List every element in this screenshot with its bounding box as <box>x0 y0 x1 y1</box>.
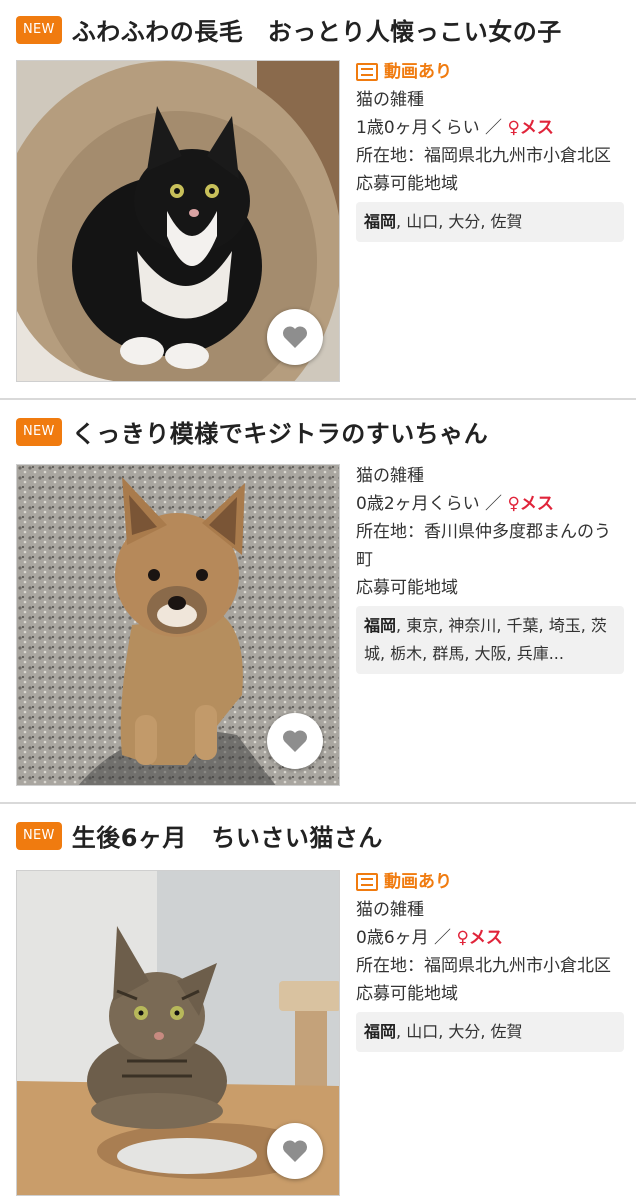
location: 所在地：福岡県北九州市小倉北区 <box>356 956 611 976</box>
age: 0歳2ヶ月くらい ／ <box>356 494 503 514</box>
area-label: 応募可能地域 <box>356 174 458 194</box>
listing-title[interactable]: 生後6ヶ月 ちいさい猫さん <box>72 818 383 853</box>
area-list: 福岡, 山口, 大分, 佐賀 <box>356 1012 624 1052</box>
listing-info: 猫の雑種 0歳2ヶ月くらい ／ ♀メス 所在地：香川県仲多度郡まんのう町 応募可… <box>356 462 624 674</box>
age-sex: 1歳0ヶ月くらい ／ ♀メス <box>356 114 624 142</box>
video-label: 動画あり <box>384 62 452 82</box>
film-icon <box>356 63 378 81</box>
video-available: 動画あり <box>356 868 624 896</box>
area-list: 福岡, 東京, 神奈川, 千葉, 埼玉, 茨城, 栃木, 群馬, 大阪, 兵庫.… <box>356 606 624 674</box>
listing-title-row[interactable]: NEW 生後6ヶ月 ちいさい猫さん <box>16 818 383 853</box>
area-primary: 福岡 <box>364 1022 397 1041</box>
listing-title[interactable]: ふわふわの長毛 おっとり人懐っこい女の子 <box>72 12 562 47</box>
species: 猫の雑種 <box>356 90 424 110</box>
listing-title-row[interactable]: NEW ふわふわの長毛 おっとり人懐っこい女の子 <box>16 12 562 47</box>
heart-icon <box>282 326 308 348</box>
area-list: 福岡, 山口, 大分, 佐賀 <box>356 202 624 242</box>
pet-photo[interactable] <box>16 870 340 1196</box>
area-rest: , 山口, 大分, 佐賀 <box>396 1022 523 1041</box>
species: 猫の雑種 <box>356 466 424 486</box>
heart-icon <box>282 1140 308 1162</box>
new-badge: NEW <box>16 15 62 44</box>
age-sex: 0歳2ヶ月くらい ／ ♀メス <box>356 490 624 518</box>
species: 猫の雑種 <box>356 900 424 920</box>
pet-photo[interactable] <box>16 60 340 382</box>
favorite-button[interactable] <box>267 1123 323 1179</box>
area-primary: 福岡 <box>364 212 397 231</box>
area-label: 応募可能地域 <box>356 578 458 598</box>
listing-card[interactable]: NEW くっきり模様でキジトラのすいちゃん 猫の雑種 0歳2ヶ月くらい ／ ♀メ… <box>0 402 636 804</box>
sex: ♀メス <box>507 118 554 138</box>
sex: ♀メス <box>456 928 503 948</box>
area-rest: , 東京, 神奈川, 千葉, 埼玉, 茨城, 栃木, 群馬, 大阪, 兵庫... <box>364 616 607 663</box>
sex: ♀メス <box>507 494 554 514</box>
listing-title[interactable]: くっきり模様でキジトラのすいちゃん <box>72 414 489 449</box>
area-primary: 福岡 <box>364 616 397 635</box>
location: 所在地：香川県仲多度郡まんのう町 <box>356 522 611 570</box>
video-label: 動画あり <box>384 872 452 892</box>
area-label: 応募可能地域 <box>356 984 458 1004</box>
new-badge: NEW <box>16 821 62 850</box>
area-rest: , 山口, 大分, 佐賀 <box>396 212 523 231</box>
listing-info: 動画あり 猫の雑種 0歳6ヶ月 ／ ♀メス 所在地：福岡県北九州市小倉北区 応募… <box>356 868 624 1052</box>
listing-title-row[interactable]: NEW くっきり模様でキジトラのすいちゃん <box>16 414 488 449</box>
age: 0歳6ヶ月 ／ <box>356 928 452 948</box>
age: 1歳0ヶ月くらい ／ <box>356 118 503 138</box>
favorite-button[interactable] <box>267 309 323 365</box>
heart-icon <box>282 730 308 752</box>
favorite-button[interactable] <box>267 713 323 769</box>
film-icon <box>356 873 378 891</box>
listing-info: 動画あり 猫の雑種 1歳0ヶ月くらい ／ ♀メス 所在地：福岡県北九州市小倉北区… <box>356 58 624 242</box>
listing-card[interactable]: NEW ふわふわの長毛 おっとり人懐っこい女の子 動画あり 猫の雑種 1歳0ヶ月… <box>0 0 636 400</box>
age-sex: 0歳6ヶ月 ／ ♀メス <box>356 924 624 952</box>
pet-photo[interactable] <box>16 464 340 786</box>
new-badge: NEW <box>16 417 62 446</box>
listing-card[interactable]: NEW 生後6ヶ月 ちいさい猫さん 動画あり 猫の雑種 0歳6ヶ月 ／ ♀メス … <box>0 806 636 1200</box>
location: 所在地：福岡県北九州市小倉北区 <box>356 146 611 166</box>
video-available: 動画あり <box>356 58 624 86</box>
